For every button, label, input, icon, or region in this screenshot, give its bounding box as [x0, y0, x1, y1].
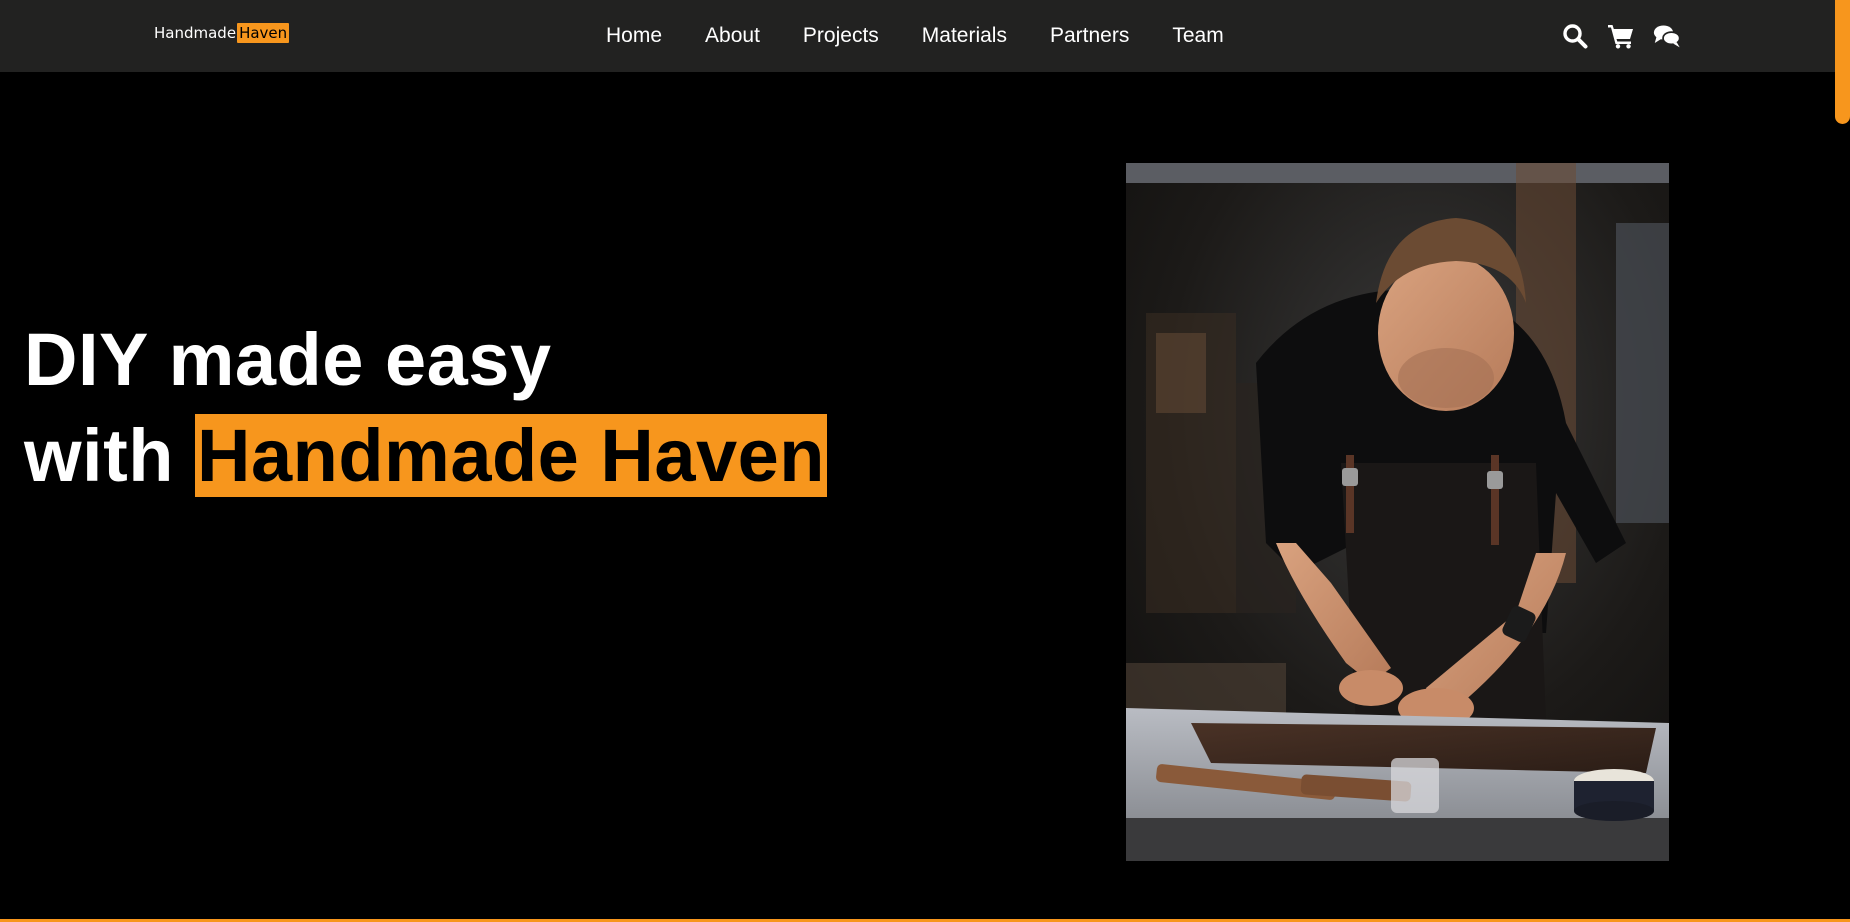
- main-nav: Home About Projects Materials Partners T…: [606, 0, 1224, 72]
- cart-icon[interactable]: [1607, 22, 1635, 50]
- brand-logo[interactable]: Handmade Haven: [154, 22, 290, 44]
- nav-link-projects[interactable]: Projects: [803, 24, 879, 47]
- hero-line-2: with Handmade Haven: [24, 408, 828, 504]
- brand-name-part2: Haven: [237, 23, 290, 43]
- nav-link-about[interactable]: About: [705, 24, 760, 47]
- hero-headline: DIY made easy with Handmade Haven: [24, 312, 828, 504]
- navbar: Handmade Haven Home About Projects Materi…: [0, 0, 1850, 72]
- scrollbar-thumb[interactable]: [1835, 0, 1850, 124]
- brand-name-part1: Handmade: [154, 24, 237, 42]
- search-icon[interactable]: [1561, 22, 1589, 50]
- nav-link-home[interactable]: Home: [606, 24, 662, 47]
- hero-highlight: Handmade Haven: [195, 414, 828, 497]
- craftsman-photo: [1126, 163, 1669, 861]
- nav-link-partners[interactable]: Partners: [1050, 24, 1129, 47]
- nav-icons: [1561, 20, 1681, 52]
- nav-link-team[interactable]: Team: [1172, 24, 1223, 47]
- nav-link-materials[interactable]: Materials: [922, 24, 1007, 47]
- hero-line-2-prefix: with: [24, 414, 196, 497]
- chat-icon[interactable]: [1653, 22, 1681, 50]
- hero-line-1: DIY made easy: [24, 318, 552, 401]
